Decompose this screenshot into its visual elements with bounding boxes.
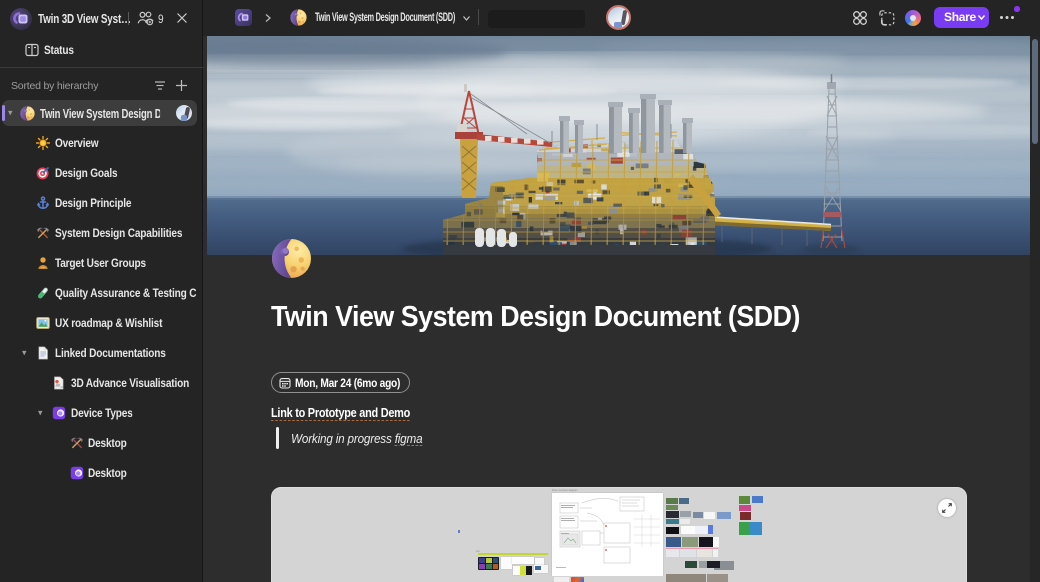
svg-text:∞: ∞	[60, 385, 63, 390]
